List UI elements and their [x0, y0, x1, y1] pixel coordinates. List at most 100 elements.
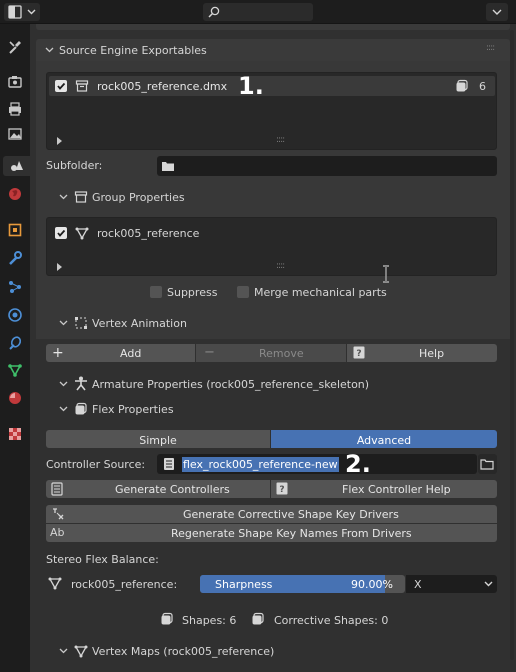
help-label: Help [419, 347, 445, 360]
output-tab[interactable] [5, 99, 25, 119]
mesh-data-triangle-icon [48, 577, 62, 590]
modifiers-tab[interactable] [5, 248, 25, 268]
expand-arrow-icon[interactable] [56, 263, 63, 271]
sharpness-slider[interactable]: Sharpness 90.00% [200, 575, 405, 593]
add-vertex-animation-button[interactable]: + Add [46, 344, 195, 362]
exportables-panel-header[interactable]: Source Engine Exportables :::: [36, 39, 510, 61]
world-tab[interactable] [5, 184, 25, 204]
shape-keys-icon [161, 612, 173, 625]
suppress-label: Suppress [167, 286, 218, 299]
vertex-animation-title: Vertex Animation [92, 317, 187, 330]
stereo-flex-label: Stereo Flex Balance: [46, 553, 159, 566]
generate-controllers-button[interactable]: Generate Controllers [46, 480, 270, 498]
text-ab-icon: Ab [50, 526, 65, 539]
particles-icon [9, 281, 21, 293]
chevron-down-icon [59, 648, 68, 654]
checker-texture-icon [9, 428, 21, 440]
list-resize-handle[interactable]: :::: [276, 136, 285, 145]
export-item-count: 6 [479, 80, 486, 93]
scrollbar[interactable] [510, 30, 514, 660]
flex-properties-title: Flex Properties [92, 403, 174, 416]
chevron-down-icon [492, 9, 502, 15]
particles-tab[interactable] [5, 277, 25, 297]
physics-tab[interactable] [5, 305, 25, 325]
chevron-down-icon [45, 47, 54, 53]
remove-label: Remove [259, 347, 304, 360]
list-item[interactable]: rock005_reference.dmx 6 [49, 76, 495, 96]
group-checkbox[interactable] [55, 227, 67, 239]
object-tab[interactable] [5, 220, 25, 240]
subfolder-label: Subfolder: [46, 159, 103, 172]
remove-vertex-animation-button[interactable]: − Remove [196, 344, 346, 362]
controller-source-label: Controller Source: [46, 458, 146, 471]
group-properties-title: Group Properties [92, 191, 185, 204]
search-icon [208, 6, 220, 18]
vertex-maps-header[interactable]: Vertex Maps (rock005_reference) [46, 640, 497, 662]
shape-keys-icon [456, 79, 468, 92]
collection-box-icon [75, 80, 89, 92]
list-resize-handle[interactable]: :::: [276, 262, 285, 271]
svg-text:?: ? [279, 485, 284, 495]
chevron-down-icon [59, 406, 68, 412]
constraints-tab[interactable] [5, 333, 25, 353]
properties-editor-icon [8, 5, 22, 19]
vertex-animation-header[interactable]: Vertex Animation [46, 312, 497, 334]
data-tab[interactable] [5, 360, 25, 380]
armature-properties-header[interactable]: Armature Properties (rock005_reference_s… [46, 373, 497, 395]
view-layer-tab[interactable] [5, 124, 25, 144]
mesh-data-triangle-icon [8, 364, 22, 377]
flex-controller-help-button[interactable]: ? Flex Controller Help [271, 480, 497, 498]
list-item[interactable]: rock005_reference [49, 223, 495, 243]
mesh-data-triangle-icon [75, 227, 89, 240]
expand-arrow-icon[interactable] [56, 137, 63, 145]
search-field[interactable] [203, 3, 313, 21]
folder-icon [480, 459, 494, 470]
chevron-down-icon [484, 581, 493, 587]
options-dropdown-button[interactable] [486, 3, 508, 21]
camera-back-icon [8, 76, 22, 88]
editor-type-button[interactable] [4, 3, 40, 21]
drag-handle-icon[interactable]: :::: [486, 44, 495, 53]
wrench-icon [9, 251, 22, 265]
sharpness-value: 90.00% [351, 578, 393, 591]
controller-source-field[interactable]: flex_rock005_reference-new [157, 454, 477, 474]
armature-figure-icon [75, 376, 87, 391]
merge-mechanical-checkbox[interactable] [237, 286, 249, 298]
vertex-animation-icon [75, 317, 87, 329]
text-cursor-icon [383, 265, 389, 283]
chevron-down-icon [59, 320, 68, 326]
minus-icon: − [204, 345, 215, 360]
stereo-object-label: rock005_reference: [71, 578, 178, 591]
regenerate-shape-key-names-button[interactable]: Ab Regenerate Shape Key Names From Drive… [46, 524, 497, 542]
simple-label: Simple [139, 434, 177, 447]
object-square-icon [8, 223, 22, 237]
properties-header [0, 0, 516, 24]
scene-tab[interactable] [3, 156, 30, 176]
flex-properties-header[interactable]: Flex Properties [46, 398, 497, 420]
group-properties-header[interactable]: Group Properties [46, 186, 497, 208]
texture-tab[interactable] [5, 424, 25, 444]
export-checkbox[interactable] [55, 80, 67, 92]
generate-controllers-label: Generate Controllers [115, 483, 230, 496]
chevron-down-icon [27, 9, 36, 15]
subfolder-field[interactable] [157, 156, 497, 176]
axis-dropdown[interactable]: X [406, 575, 497, 593]
material-tab[interactable] [5, 388, 25, 408]
generate-corrective-label: Generate Corrective Shape Key Drivers [183, 508, 399, 521]
browse-folder-button[interactable] [478, 454, 497, 474]
chevron-down-icon [59, 194, 68, 200]
printer-icon [9, 102, 21, 116]
generate-corrective-drivers-button[interactable]: Generate Corrective Shape Key Drivers [46, 505, 497, 523]
flex-mode-simple[interactable]: Simple [46, 430, 270, 448]
render-tab[interactable] [5, 72, 25, 92]
vertex-animation-help-button[interactable]: ? Help [347, 344, 497, 362]
suppress-checkbox[interactable] [150, 286, 162, 298]
help-icon: ? [353, 346, 365, 359]
exportables-list: rock005_reference.dmx 6 :::: [46, 72, 497, 150]
tool-tab[interactable] [5, 37, 25, 57]
driver-icon [53, 508, 64, 520]
constraint-icon [9, 336, 22, 350]
flex-mode-advanced[interactable]: Advanced [271, 430, 497, 448]
annotation-2: 2. [345, 450, 371, 478]
controller-source-value: flex_rock005_reference-new [182, 457, 339, 472]
